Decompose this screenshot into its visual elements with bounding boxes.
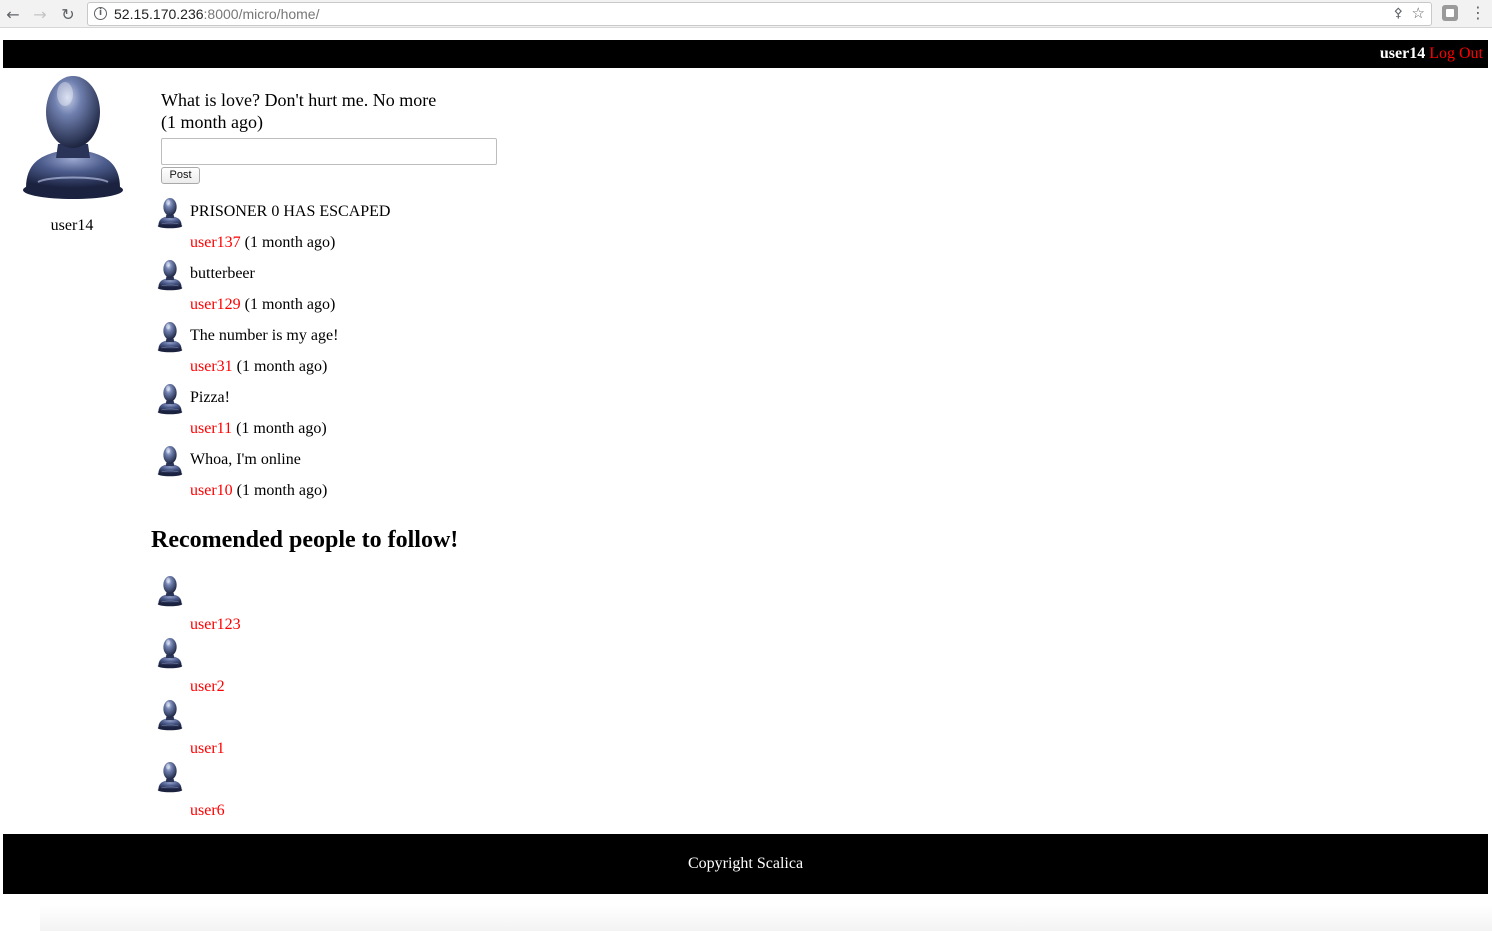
- post-button[interactable]: Post: [161, 167, 200, 184]
- recommendation-avatar: [156, 575, 184, 607]
- recommendation-user-link[interactable]: user6: [190, 802, 225, 819]
- feed-time: (1 month ago): [244, 234, 336, 251]
- feed-text: Pizza!: [190, 389, 230, 406]
- feed-text: The number is my age!: [190, 327, 339, 344]
- recommendation-meta: user1: [190, 739, 225, 759]
- recommendation-avatar: [156, 699, 184, 731]
- header-username: user14: [1379, 45, 1426, 62]
- logout-link[interactable]: Log Out: [1429, 45, 1483, 62]
- star-icon[interactable]: ☆: [1412, 4, 1425, 22]
- recommendation-meta: user2: [190, 677, 225, 697]
- recommendation-user-link[interactable]: user1: [190, 740, 225, 757]
- recommendation-meta: user6: [190, 801, 225, 821]
- feed-time: (1 month ago): [236, 420, 327, 437]
- feed-item: PRISONER 0 HAS ESCAPED user137 (1 month …: [0, 197, 700, 259]
- feed-item: butterbeer user129 (1 month ago): [0, 259, 700, 321]
- feed-user-link[interactable]: user129: [190, 296, 241, 313]
- menu-dots-icon[interactable]: ⋮: [1470, 3, 1486, 25]
- address-bar[interactable]: i 52.15.170.236:8000/micro/home/ ⚴ ☆: [87, 2, 1432, 26]
- browser-toolbar: ← → ↻ i 52.15.170.236:8000/micro/home/ ⚴…: [0, 0, 1492, 28]
- feed-item: Whoa, I'm online user10 (1 month ago): [0, 445, 700, 507]
- feed-avatar: [156, 197, 184, 229]
- feed-user-link[interactable]: user11: [190, 420, 232, 437]
- profile-avatar: [18, 72, 128, 202]
- feed-avatar: [156, 259, 184, 291]
- feed-user-link[interactable]: user10: [190, 482, 233, 499]
- feed-text: butterbeer: [190, 265, 255, 282]
- recommendation-item: user123: [0, 575, 700, 637]
- post-input[interactable]: [161, 138, 497, 165]
- feed-meta: user129 (1 month ago): [190, 295, 335, 315]
- recommendation-item: user2: [0, 637, 700, 699]
- recommendation-item: user1: [0, 699, 700, 761]
- address-url[interactable]: 52.15.170.236:8000/micro/home/: [114, 5, 319, 23]
- recommendation-meta: user123: [190, 615, 241, 635]
- feed-avatar: [156, 321, 184, 353]
- footer-copyright: Copyright Scalica: [687, 855, 804, 872]
- key-icon[interactable]: ⚴: [1393, 6, 1403, 21]
- recommendation-user-link[interactable]: user2: [190, 678, 225, 695]
- feed-meta: user137 (1 month ago): [190, 233, 335, 253]
- extension-icon[interactable]: [1442, 5, 1458, 21]
- feed-item: The number is my age! user31 (1 month ag…: [0, 321, 700, 383]
- recommendation-avatar: [156, 637, 184, 669]
- recommendation-avatar: [156, 761, 184, 793]
- page-bottom-shade: [40, 905, 1492, 931]
- forward-arrow-icon[interactable]: →: [29, 3, 51, 25]
- feed-avatar: [156, 383, 184, 415]
- feed-item: Pizza! user11 (1 month ago): [0, 383, 700, 445]
- recommendations-heading: Recomended people to follow!: [151, 527, 459, 553]
- site-header: user14 Log Out: [3, 40, 1488, 68]
- reload-icon[interactable]: ↻: [57, 3, 79, 25]
- recommendation-user-link[interactable]: user123: [190, 616, 241, 633]
- site-footer: Copyright Scalica: [3, 834, 1488, 894]
- latest-post-text: What is love? Don't hurt me. No more: [161, 90, 437, 110]
- feed-time: (1 month ago): [236, 482, 328, 499]
- info-icon[interactable]: i: [94, 7, 107, 20]
- recommendation-item: user6: [0, 761, 700, 823]
- feed-meta: user31 (1 month ago): [190, 357, 327, 377]
- feed-user-link[interactable]: user31: [190, 358, 233, 375]
- feed-meta: user10 (1 month ago): [190, 481, 327, 501]
- feed-user-link[interactable]: user137: [190, 234, 241, 251]
- feed-meta: user11 (1 month ago): [190, 419, 327, 439]
- back-arrow-icon[interactable]: ←: [2, 3, 24, 25]
- feed-text: Whoa, I'm online: [190, 451, 301, 468]
- feed-time: (1 month ago): [236, 358, 328, 375]
- header-user-area: user14 Log Out: [1380, 44, 1483, 64]
- latest-post-time: (1 month ago): [161, 112, 263, 132]
- feed-text: PRISONER 0 HAS ESCAPED: [190, 203, 391, 220]
- feed-avatar: [156, 445, 184, 477]
- feed-time: (1 month ago): [244, 296, 336, 313]
